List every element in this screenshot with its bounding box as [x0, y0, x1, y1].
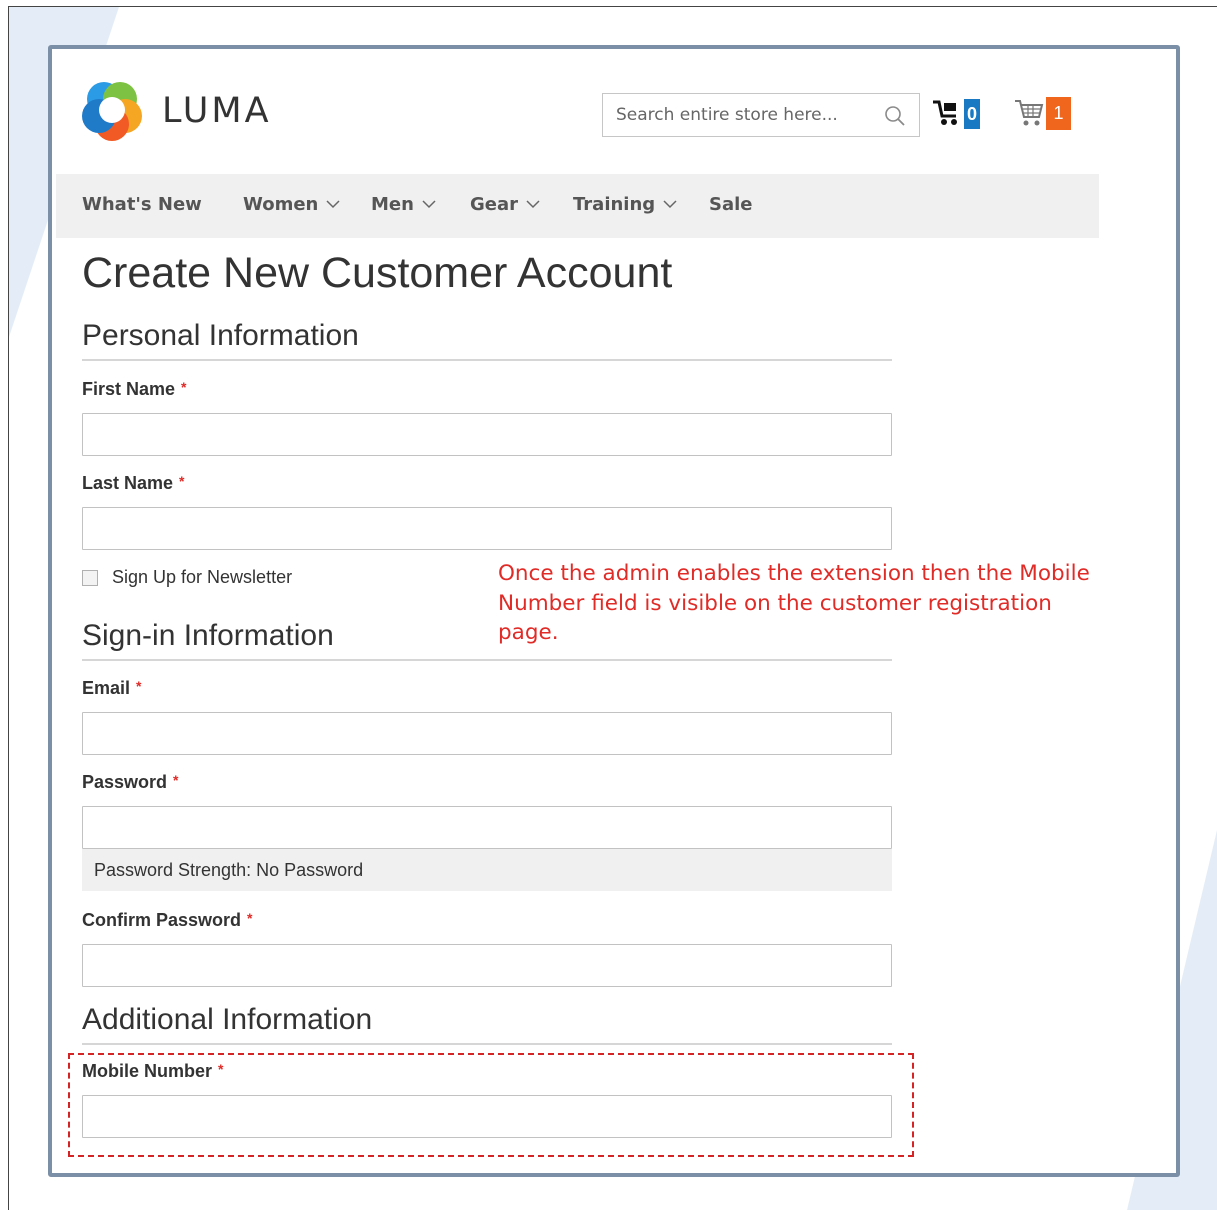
section-divider	[82, 659, 892, 661]
email-field[interactable]	[82, 712, 892, 755]
nav-item-label: Men	[371, 194, 414, 215]
section-heading-additional: Additional Information	[82, 1003, 373, 1036]
label-text: Confirm Password	[82, 910, 242, 930]
confirm-password-label: Confirm Password *	[82, 910, 252, 931]
label-text: First Name	[82, 379, 176, 399]
chevron-down-icon	[326, 200, 340, 209]
chevron-down-icon	[422, 200, 436, 209]
cart-count-badge: 1	[1046, 97, 1071, 130]
newsletter-label: Sign Up for Newsletter	[112, 567, 293, 587]
nav-item-sale[interactable]: Sale	[709, 174, 753, 238]
nav-item-label: Women	[243, 194, 319, 215]
chevron-down-icon	[663, 200, 677, 209]
nav-item-label: Sale	[709, 194, 753, 215]
minicart-link[interactable]: 1	[1014, 97, 1076, 131]
nav-item-women[interactable]: Women	[243, 174, 340, 238]
nav-item-men[interactable]: Men	[371, 174, 436, 238]
newsletter-checkbox[interactable]	[82, 570, 98, 586]
email-label: Email *	[82, 678, 141, 699]
cart-flag-icon	[933, 100, 957, 125]
label-text: Password	[82, 772, 168, 792]
page-title: Create New Customer Account	[82, 249, 673, 297]
mobile-number-highlight	[68, 1053, 914, 1157]
password-strength-meter: Password Strength: No Password	[82, 849, 892, 891]
search-icon[interactable]	[883, 104, 907, 128]
compare-link[interactable]: 0	[932, 97, 984, 131]
nav-item-label: Gear	[470, 194, 519, 215]
section-divider	[82, 1043, 892, 1045]
last-name-label: Last Name *	[82, 473, 185, 494]
nav-item-gear[interactable]: Gear	[470, 174, 540, 238]
password-label: Password *	[82, 772, 179, 793]
required-marker: *	[136, 678, 142, 694]
required-marker: *	[179, 473, 185, 489]
required-marker: *	[173, 772, 179, 788]
confirm-password-field[interactable]	[82, 944, 892, 987]
section-heading-personal: Personal Information	[82, 319, 359, 352]
brand-name[interactable]: LUMA	[162, 91, 272, 131]
main-navigation: What's New Women Men Gear Training Sale	[56, 174, 1099, 238]
section-divider	[82, 359, 892, 361]
label-text: Last Name	[82, 473, 174, 493]
shopping-cart-icon	[1015, 100, 1044, 126]
nav-item-label: What's New	[82, 194, 202, 215]
section-heading-signin: Sign-in Information	[82, 619, 334, 652]
label-text: Email	[82, 678, 131, 698]
chevron-down-icon	[526, 200, 540, 209]
compare-count-badge: 0	[964, 99, 980, 129]
first-name-field[interactable]	[82, 413, 892, 456]
search-box	[602, 93, 920, 137]
annotation-callout: Once the admin enables the extension the…	[498, 561, 1090, 645]
nav-item-training[interactable]: Training	[573, 174, 677, 238]
browser-window: LUMA 0 1 What's New Wome	[48, 45, 1180, 1177]
password-field[interactable]	[82, 806, 892, 849]
required-marker: *	[181, 379, 187, 395]
nav-item-whats-new[interactable]: What's New	[82, 174, 202, 238]
last-name-field[interactable]	[82, 507, 892, 550]
luma-logo-icon[interactable]	[82, 79, 142, 141]
first-name-label: First Name *	[82, 379, 187, 400]
search-input[interactable]	[603, 94, 873, 136]
required-marker: *	[247, 910, 253, 926]
nav-item-label: Training	[573, 194, 656, 215]
